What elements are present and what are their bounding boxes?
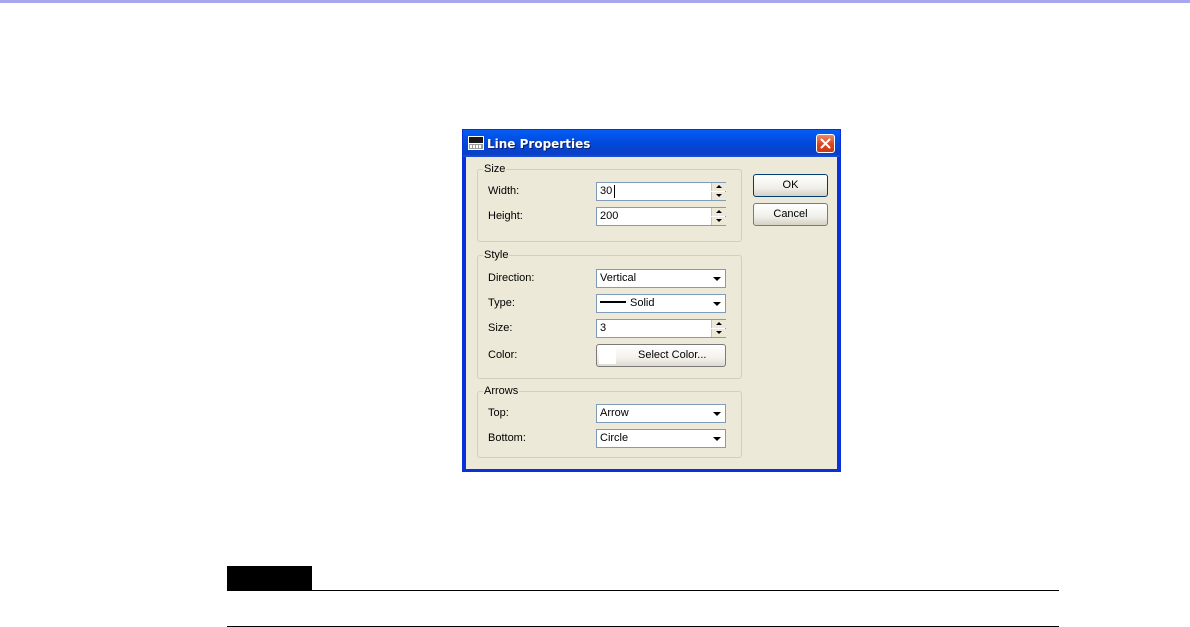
type-value-wrap: Solid — [600, 297, 654, 309]
top-arrow-value: Arrow — [600, 407, 629, 419]
chevron-down-icon[interactable] — [710, 430, 725, 447]
width-value: 30 — [600, 185, 613, 197]
color-label: Color: — [488, 349, 518, 361]
bottom-arrow-combo[interactable]: Circle — [596, 429, 726, 448]
select-color-button[interactable]: Select Color... — [596, 344, 726, 367]
line-size-label: Size: — [488, 322, 513, 334]
ok-button[interactable]: OK — [753, 174, 828, 197]
top-rule — [0, 0, 1190, 3]
line-size-value: 3 — [600, 322, 607, 334]
top-arrow-combo[interactable]: Arrow — [596, 404, 726, 423]
height-spinbox[interactable]: 200 — [596, 207, 726, 226]
height-spinner[interactable] — [711, 208, 726, 225]
direction-label: Direction: — [488, 272, 535, 284]
line-size-spinbox[interactable]: 3 — [596, 319, 726, 338]
dialog-client: Size Width: 30 Height: 200 Style Directi… — [466, 157, 837, 469]
close-icon — [820, 138, 831, 149]
solid-line-icon — [600, 301, 626, 304]
spin-up-icon[interactable] — [711, 320, 726, 328]
color-swatch — [599, 347, 616, 364]
arrows-group-legend: Arrows — [484, 385, 519, 397]
dme-icon — [468, 136, 484, 150]
close-button[interactable] — [816, 134, 835, 153]
chevron-down-icon[interactable] — [710, 295, 725, 312]
section-tab — [227, 566, 312, 590]
title-bar[interactable]: Line Properties — [463, 130, 840, 157]
line-size-spinner[interactable] — [711, 320, 726, 337]
size-group: Size — [477, 164, 742, 242]
top-arrow-label: Top: — [488, 407, 509, 419]
height-label: Height: — [488, 210, 523, 222]
text-caret — [614, 185, 615, 198]
width-spinner[interactable] — [711, 183, 726, 200]
chevron-down-icon[interactable] — [710, 270, 725, 287]
horizontal-rule — [227, 590, 1059, 591]
width-label: Width: — [488, 185, 520, 197]
bottom-arrow-value: Circle — [600, 432, 629, 444]
spin-up-icon[interactable] — [711, 183, 726, 191]
direction-combo[interactable]: Vertical — [596, 269, 726, 288]
spin-up-icon[interactable] — [711, 208, 726, 216]
type-value: Solid — [630, 297, 655, 309]
chevron-down-icon[interactable] — [710, 405, 725, 422]
height-value: 200 — [600, 210, 619, 222]
spin-down-icon[interactable] — [711, 217, 726, 225]
type-label: Type: — [488, 297, 515, 309]
type-combo[interactable]: Solid — [596, 294, 726, 313]
cancel-button[interactable]: Cancel — [753, 203, 828, 226]
select-color-label: Select Color... — [638, 349, 707, 361]
spin-down-icon[interactable] — [711, 329, 726, 337]
width-spinbox[interactable]: 30 — [596, 182, 726, 201]
spin-down-icon[interactable] — [711, 192, 726, 200]
bottom-arrow-label: Bottom: — [488, 432, 526, 444]
dialog-title: Line Properties — [487, 137, 591, 151]
style-group-legend: Style — [484, 249, 509, 261]
direction-value: Vertical — [600, 272, 637, 284]
size-group-legend: Size — [484, 163, 506, 175]
line-properties-dialog: Line Properties Size Width: 30 Height: 2… — [462, 129, 841, 472]
